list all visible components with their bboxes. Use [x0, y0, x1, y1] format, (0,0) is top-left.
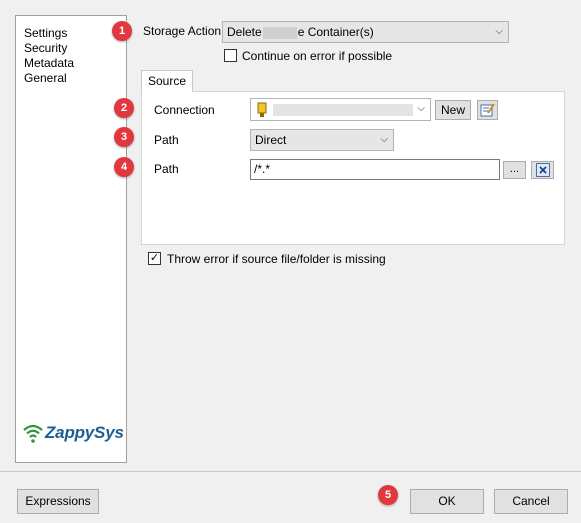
footer-divider [0, 471, 581, 472]
throw-error-checkbox[interactable]: ✓ [148, 252, 161, 265]
step-badge-5: 5 [378, 485, 398, 505]
path-type-value: Direct [255, 133, 287, 147]
path-input[interactable]: /*.* [250, 159, 500, 180]
step-badge-3: 3 [114, 127, 134, 147]
expression-button[interactable] [531, 161, 554, 179]
browse-button[interactable]: ... [503, 161, 526, 179]
edit-connection-button[interactable] [477, 100, 498, 120]
path-type-select[interactable]: Direct ⌵ [250, 129, 394, 151]
step-badge-1: 1 [112, 21, 132, 41]
continue-on-error-label: Continue on error if possible [242, 49, 393, 63]
chevron-down-icon: ⌵ [495, 26, 503, 37]
fx-icon [535, 163, 550, 177]
logo-text: ZappySys [45, 423, 124, 442]
connection-icon [257, 102, 267, 117]
path-value-label: Path [154, 162, 179, 176]
new-connection-button[interactable]: New [435, 100, 471, 120]
path-type-label: Path [154, 133, 179, 147]
redacted-block [262, 26, 297, 39]
ok-button[interactable]: OK [410, 489, 484, 514]
wifi-logo-icon [23, 424, 43, 443]
continue-on-error-checkbox[interactable] [224, 49, 237, 62]
storage-action-label: Storage Action [143, 24, 222, 38]
tab-source[interactable]: Source [141, 70, 193, 92]
connection-label: Connection [154, 103, 215, 117]
zappysys-logo: ZappySys [22, 421, 126, 445]
step-badge-2: 2 [114, 98, 134, 118]
sidebar-item-security[interactable]: Security [24, 41, 67, 56]
redacted-connection [273, 104, 413, 116]
chevron-down-icon: ⌵ [417, 103, 425, 114]
storage-action-value-prefix: Delete [227, 25, 262, 39]
sidebar-item-general[interactable]: General [24, 71, 67, 86]
storage-action-value-suffix: e Container(s) [297, 25, 374, 39]
settings-sidebar: Settings Security Metadata General Zappy… [15, 15, 127, 463]
step-badge-4: 4 [114, 157, 134, 177]
sidebar-item-settings[interactable]: Settings [24, 26, 67, 41]
checkmark-icon: ✓ [149, 252, 160, 264]
expressions-button[interactable]: Expressions [17, 489, 99, 514]
sidebar-item-metadata[interactable]: Metadata [24, 56, 74, 71]
edit-icon [480, 103, 495, 117]
throw-error-label: Throw error if source file/folder is mis… [167, 252, 386, 266]
cancel-button[interactable]: Cancel [494, 489, 568, 514]
storage-action-select[interactable]: Delete e Container(s) ⌵ [222, 21, 509, 43]
chevron-down-icon: ⌵ [380, 134, 388, 145]
connection-select[interactable]: ⌵ [250, 98, 431, 121]
